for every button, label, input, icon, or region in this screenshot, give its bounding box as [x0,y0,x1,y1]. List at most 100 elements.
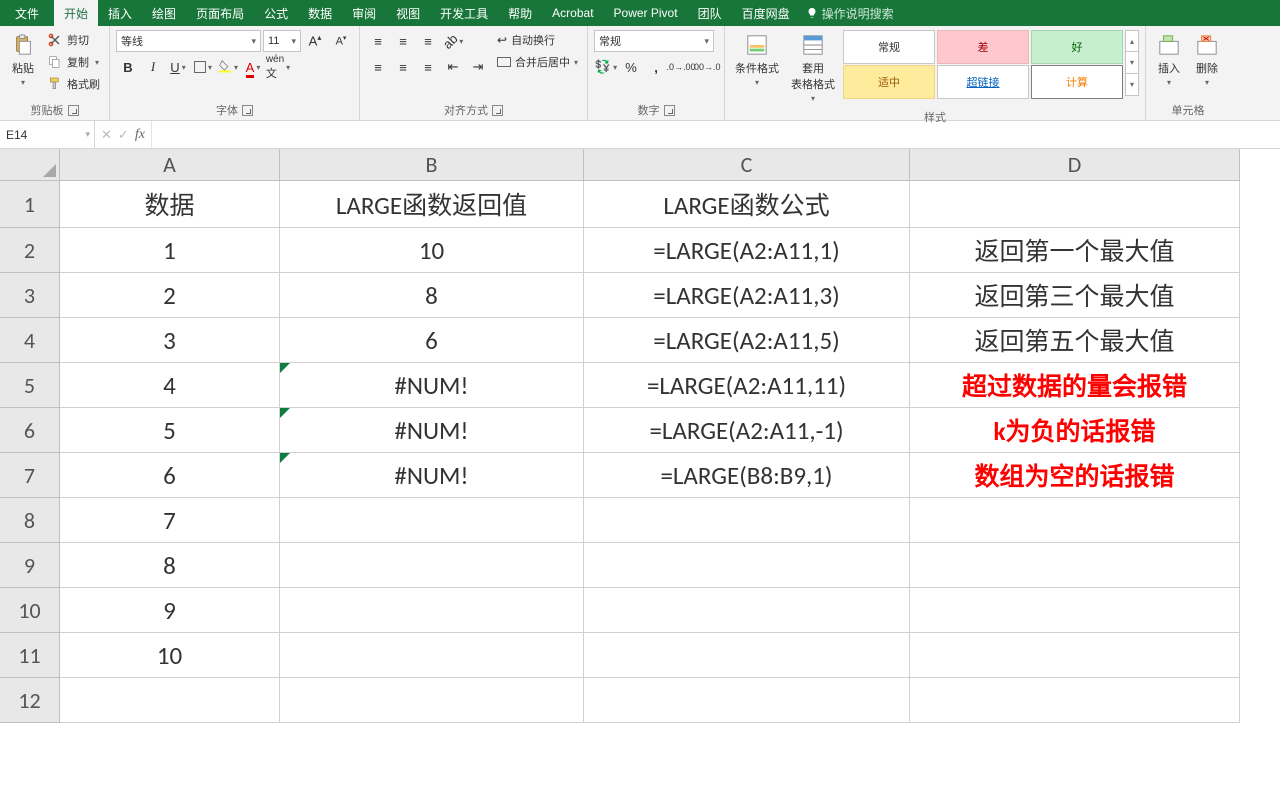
row-header-2[interactable]: 2 [0,228,60,273]
cell-C12[interactable] [584,678,910,723]
number-dialog-launcher[interactable] [664,105,675,116]
cell-styles-gallery[interactable]: 常规 适中 差 超链接 好 计算 ▴ ▾ ▾ [843,30,1139,99]
font-color-button[interactable]: A [241,56,265,78]
cell-A3[interactable]: 2 [60,273,280,318]
insert-function-icon[interactable]: fx [135,127,145,143]
cell-B8[interactable] [280,498,584,543]
font-family-select[interactable]: 等线 [116,30,261,52]
conditional-format-button[interactable]: 条件格式▾ [731,30,783,89]
style-link[interactable]: 超链接 [937,65,1029,99]
cell-C9[interactable] [584,543,910,588]
style-note[interactable]: 适中 [843,65,935,99]
orientation-button[interactable]: ab [441,30,465,52]
cell-C3[interactable]: =LARGE(A2:A11,3) [584,273,910,318]
align-right-button[interactable]: ≡ [416,56,440,78]
format-painter-button[interactable]: 格式刷 [44,74,103,94]
align-left-button[interactable]: ≡ [366,56,390,78]
tab-团队[interactable]: 团队 [688,0,732,26]
row-header-9[interactable]: 9 [0,543,60,588]
tab-公式[interactable]: 公式 [254,0,298,26]
underline-button[interactable]: U [166,56,190,78]
cell-B10[interactable] [280,588,584,633]
gallery-scroll-down[interactable]: ▾ [1125,52,1139,74]
col-header-A[interactable]: A [60,149,280,181]
tab-插入[interactable]: 插入 [98,0,142,26]
name-box[interactable]: E14 [0,121,95,148]
tab-绘图[interactable]: 绘图 [142,0,186,26]
cell-B9[interactable] [280,543,584,588]
row-header-1[interactable]: 1 [0,181,60,228]
cell-A5[interactable]: 4 [60,363,280,408]
tab-Power Pivot[interactable]: Power Pivot [604,0,688,26]
tab-页面布局[interactable]: 页面布局 [186,0,254,26]
tell-me-search[interactable]: 操作说明搜索 [800,0,900,26]
alignment-dialog-launcher[interactable] [492,105,503,116]
align-top-button[interactable]: ≡ [366,30,390,52]
cell-D9[interactable] [910,543,1240,588]
style-bad[interactable]: 差 [937,30,1029,64]
cell-B12[interactable] [280,678,584,723]
increase-font-button[interactable]: A▴ [303,30,327,52]
copy-button[interactable]: 复制▾ [44,52,103,72]
cell-C6[interactable]: =LARGE(A2:A11,-1) [584,408,910,453]
cell-C4[interactable]: =LARGE(A2:A11,5) [584,318,910,363]
tab-开始[interactable]: 开始 [54,0,98,26]
cell-A6[interactable]: 5 [60,408,280,453]
row-header-10[interactable]: 10 [0,588,60,633]
bold-button[interactable]: B [116,56,140,78]
border-button[interactable] [191,56,215,78]
row-header-11[interactable]: 11 [0,633,60,678]
number-format-select[interactable]: 常规 [594,30,714,52]
col-header-B[interactable]: B [280,149,584,181]
font-size-select[interactable]: 11 [263,30,301,52]
tab-视图[interactable]: 视图 [386,0,430,26]
row-header-6[interactable]: 6 [0,408,60,453]
cell-B5[interactable]: #NUM! [280,363,584,408]
tab-开发工具[interactable]: 开发工具 [430,0,498,26]
cell-A10[interactable]: 9 [60,588,280,633]
row-header-8[interactable]: 8 [0,498,60,543]
tab-Acrobat[interactable]: Acrobat [542,0,603,26]
cell-D8[interactable] [910,498,1240,543]
delete-cells-button[interactable]: 删除▾ [1190,30,1224,89]
align-center-button[interactable]: ≡ [391,56,415,78]
align-middle-button[interactable]: ≡ [391,30,415,52]
cell-B7[interactable]: #NUM! [280,453,584,498]
cell-A11[interactable]: 10 [60,633,280,678]
row-header-3[interactable]: 3 [0,273,60,318]
fill-color-button[interactable] [216,56,240,78]
cell-A1[interactable]: 数据 [60,181,280,228]
align-bottom-button[interactable]: ≡ [416,30,440,52]
merge-center-button[interactable]: 合并后居中 ▾ [494,52,581,72]
cell-D3[interactable]: 返回第三个最大值 [910,273,1240,318]
increase-decimal-button[interactable]: .0→.00 [669,56,693,78]
cell-D1[interactable] [910,181,1240,228]
cell-B11[interactable] [280,633,584,678]
cell-A12[interactable] [60,678,280,723]
cell-A7[interactable]: 6 [60,453,280,498]
cell-D6[interactable]: k为负的话报错 [910,408,1240,453]
clipboard-dialog-launcher[interactable] [68,105,79,116]
cell-D5[interactable]: 超过数据的量会报错 [910,363,1240,408]
cell-C1[interactable]: LARGE函数公式 [584,181,910,228]
formula-bar-input[interactable] [152,121,1280,148]
format-as-table-button[interactable]: 套用 表格格式▾ [787,30,839,105]
cell-D4[interactable]: 返回第五个最大值 [910,318,1240,363]
cell-D12[interactable] [910,678,1240,723]
col-header-D[interactable]: D [910,149,1240,181]
enter-formula-icon[interactable]: ✓ [118,127,129,143]
cell-D11[interactable] [910,633,1240,678]
tab-审阅[interactable]: 审阅 [342,0,386,26]
gallery-scroll-up[interactable]: ▴ [1125,30,1139,52]
cell-B2[interactable]: 10 [280,228,584,273]
col-header-C[interactable]: C [584,149,910,181]
cancel-formula-icon[interactable]: ✕ [101,127,112,143]
style-calc[interactable]: 计算 [1031,65,1123,99]
cell-B1[interactable]: LARGE函数返回值 [280,181,584,228]
style-normal[interactable]: 常规 [843,30,935,64]
cell-A9[interactable]: 8 [60,543,280,588]
cell-A2[interactable]: 1 [60,228,280,273]
style-good[interactable]: 好 [1031,30,1123,64]
cell-D10[interactable] [910,588,1240,633]
row-header-7[interactable]: 7 [0,453,60,498]
